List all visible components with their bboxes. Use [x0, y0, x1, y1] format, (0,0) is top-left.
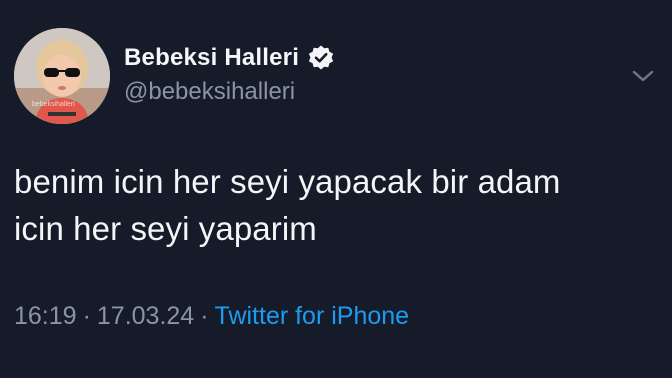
author-block: Bebeksi Halleri @bebeksihalleri [124, 44, 335, 106]
avatar-watermark: bebeksihalleri [32, 101, 75, 108]
tweet-time[interactable]: 16:19 [14, 302, 77, 330]
tweet-date[interactable]: 17.03.24 [97, 302, 194, 330]
display-name[interactable]: Bebeksi Halleri [124, 44, 299, 72]
name-row: Bebeksi Halleri [124, 44, 335, 72]
tweet-source-link[interactable]: Twitter for iPhone [215, 302, 410, 330]
meta-separator: · [82, 302, 91, 330]
meta-separator: · [200, 302, 209, 330]
tweet-card: bebeksihalleri Bebeksi Halleri @bebeksih… [0, 0, 672, 378]
verified-check-icon [307, 44, 335, 72]
avatar[interactable]: bebeksihalleri [14, 28, 110, 124]
chevron-down-icon[interactable] [630, 66, 656, 86]
tweet-meta: 16:19 · 17.03.24 · Twitter for iPhone [14, 302, 409, 331]
tweet-text: benim icin her seyi yapacak bir adam ici… [14, 163, 561, 247]
user-handle[interactable]: @bebeksihalleri [124, 78, 335, 106]
avatar-image: bebeksihalleri [14, 28, 110, 124]
